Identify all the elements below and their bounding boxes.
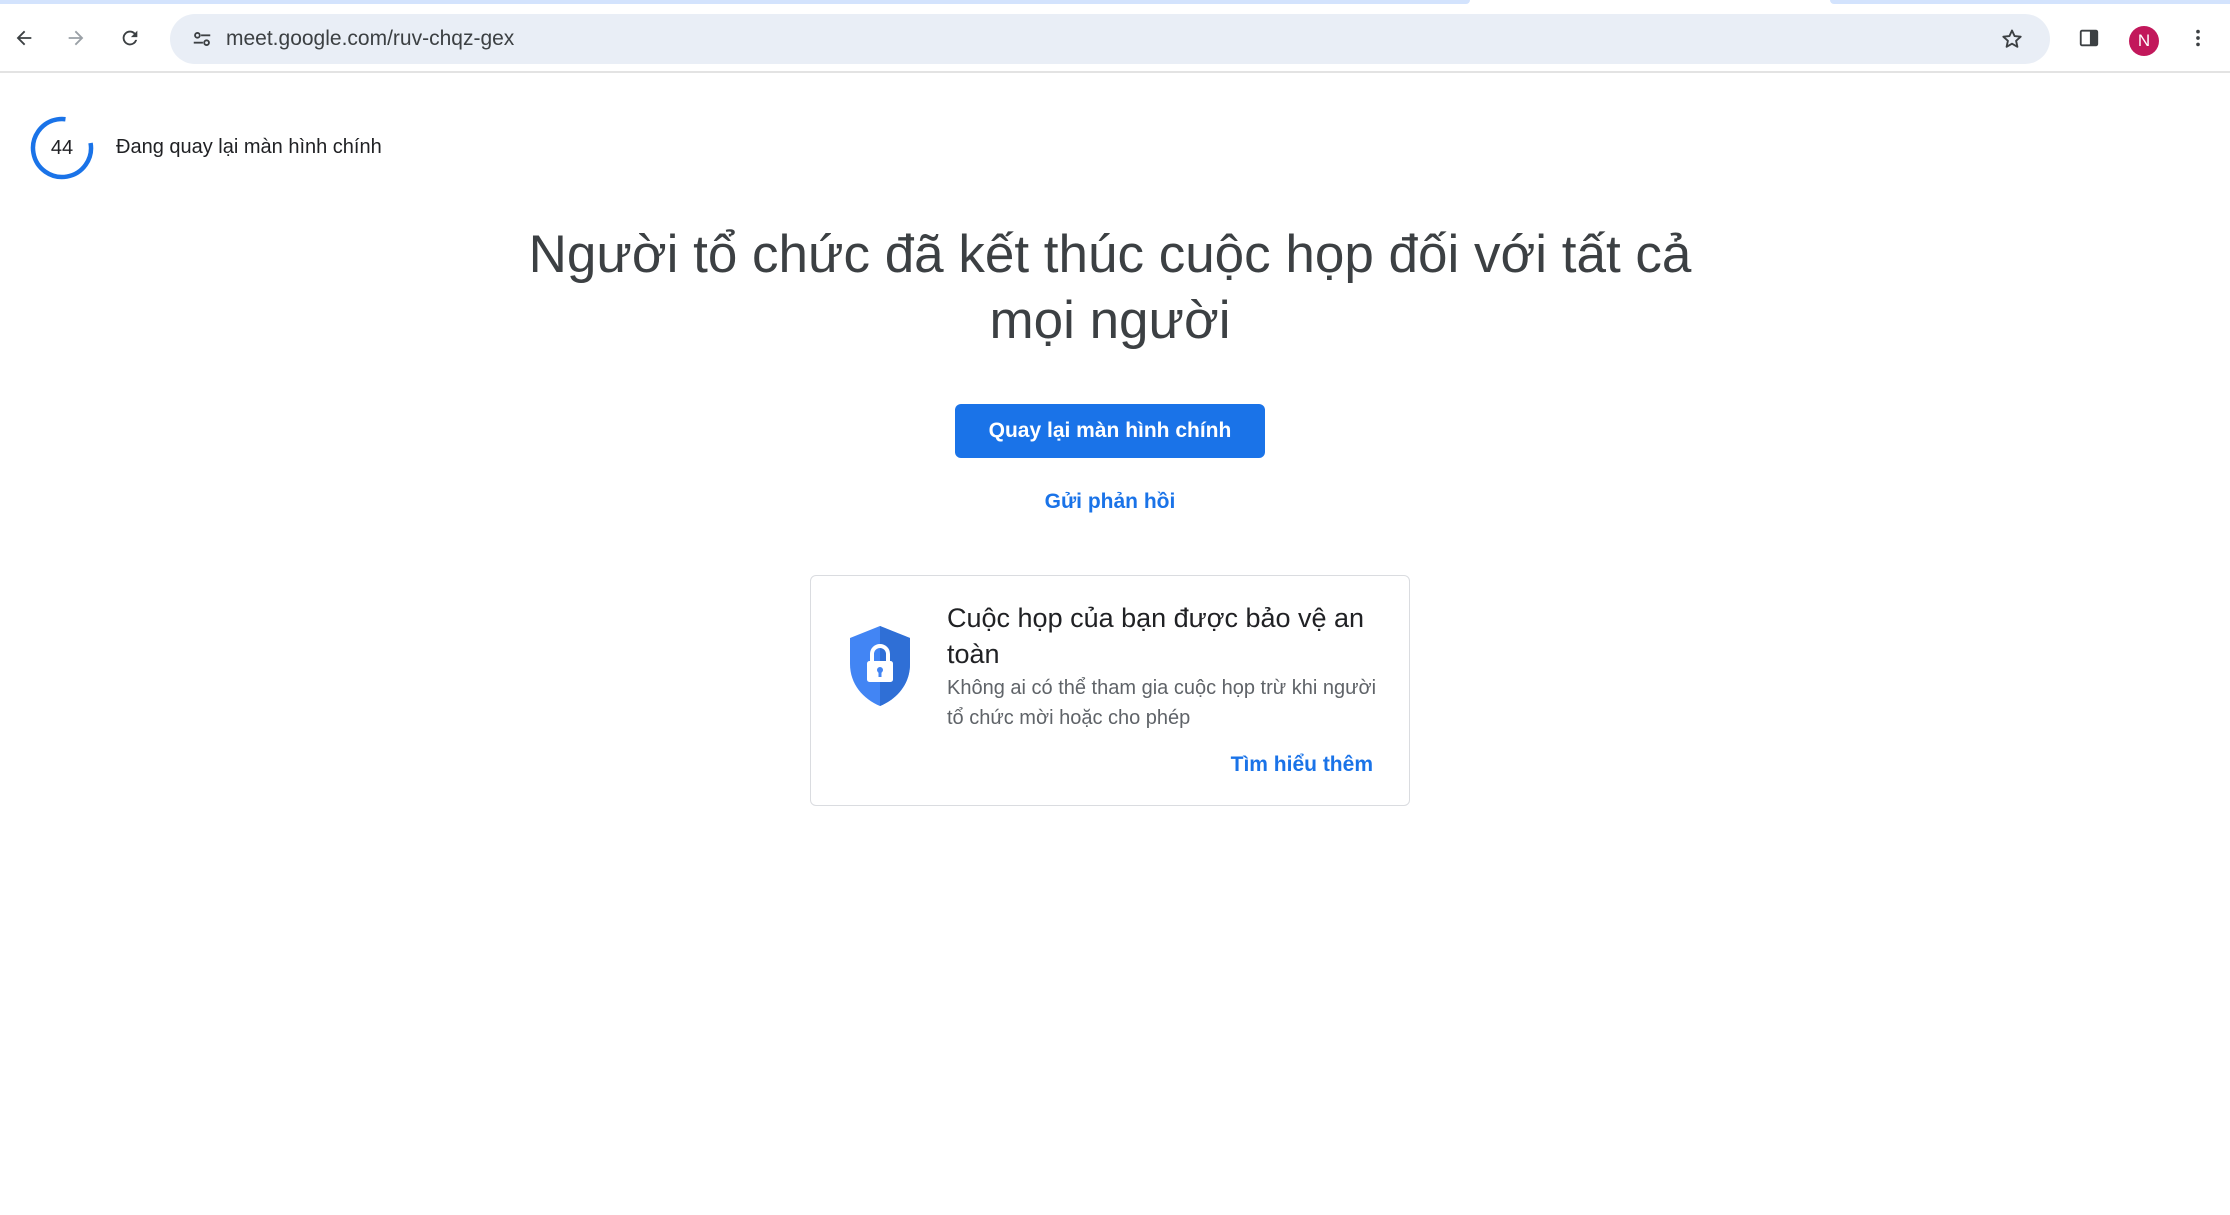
security-card-title: Cuộc họp của bạn được bảo vệ an toàn [947,603,1365,669]
more-vert-icon [2196,29,2200,47]
send-feedback-link-wrapper: Gửi phản hồi [0,490,2220,514]
reload-button[interactable] [108,16,152,60]
side-panel-icon [2079,29,2099,47]
send-feedback-link[interactable]: Gửi phản hồi [1045,490,1176,513]
return-status-text: Đang quay lại màn hình chính [116,136,382,158]
shield-lock-icon [850,626,910,706]
arrow-left-icon [16,30,32,46]
forward-button[interactable] [54,16,98,60]
reload-icon [122,30,138,46]
browser-menu-button[interactable] [2176,16,2220,60]
url-text[interactable]: meet.google.com/ruv-chqz-gex [226,14,514,64]
browser-toolbar: meet.google.com/ruv-chqz-gex N [0,4,2230,73]
tune-icon [193,32,211,46]
bookmark-button[interactable] [1992,19,2032,59]
learn-more-link[interactable]: Tìm hiểu thêm [1231,753,1373,777]
star-icon [2002,29,2022,48]
back-button[interactable] [2,16,46,60]
page-title: Người tổ chức đã kết thúc cuộc họp đối v… [528,225,1692,350]
arrow-right-icon [68,30,84,46]
profile-avatar[interactable]: N [2129,26,2159,56]
address-bar[interactable]: meet.google.com/ruv-chqz-gex [170,14,2050,64]
side-panel-button[interactable] [2067,16,2111,60]
security-card: Cuộc họp của bạn được bảo vệ an toàn Khô… [810,575,1410,806]
countdown-number: 44 [50,137,74,159]
site-info-button[interactable] [182,19,222,59]
return-home-button[interactable]: Quay lại màn hình chính [955,404,1265,458]
security-card-description: Không ai có thể tham gia cuộc họp trừ kh… [947,677,1377,729]
